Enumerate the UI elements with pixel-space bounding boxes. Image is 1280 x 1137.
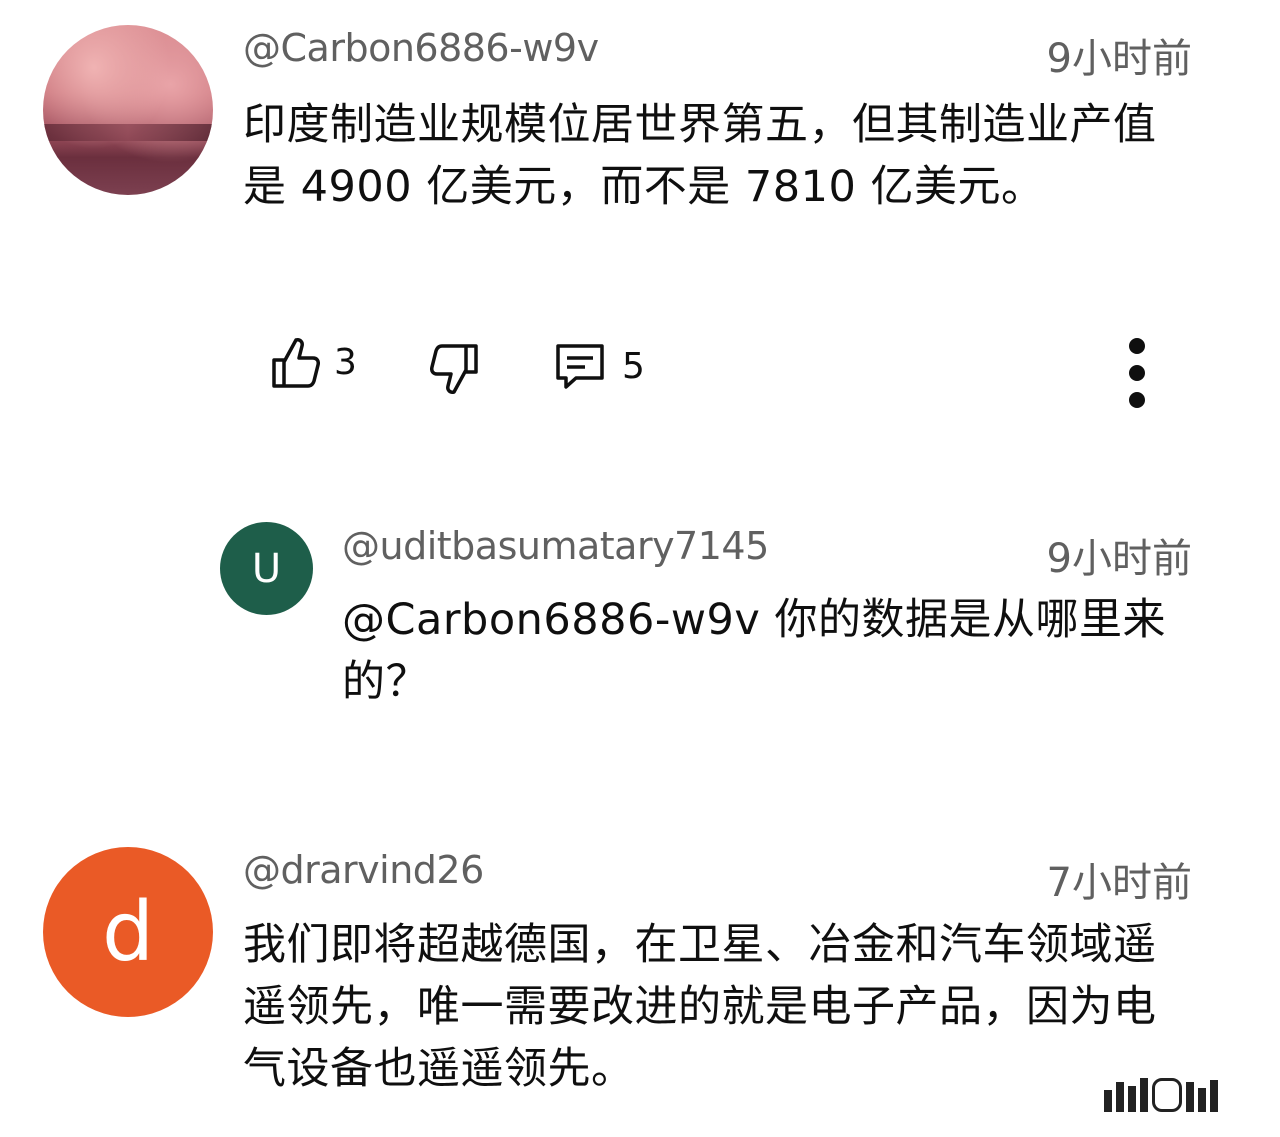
comment-author[interactable]: @Carbon6886-w9v bbox=[243, 26, 599, 70]
avatar[interactable]: U bbox=[220, 522, 313, 615]
more-button[interactable] bbox=[1127, 338, 1147, 408]
like-count: 3 bbox=[334, 341, 357, 383]
watermark-logo bbox=[1104, 1072, 1252, 1112]
comment-author[interactable]: @uditbasumatary7145 bbox=[342, 524, 769, 568]
avatar[interactable]: d bbox=[43, 847, 213, 1017]
more-vertical-icon bbox=[1129, 338, 1145, 354]
thumbs-up-icon bbox=[272, 338, 320, 388]
avatar[interactable] bbox=[43, 25, 213, 195]
thumbs-down-icon bbox=[430, 344, 478, 394]
reply-button[interactable]: 5 bbox=[552, 338, 645, 394]
reply-comment: U @uditbasumatary7145 9小时前 @Carbon6886-w… bbox=[0, 500, 1280, 760]
comment-text: 印度制造业规模位居世界第五，但其制造业产值是 4900 亿美元，而不是 7810… bbox=[243, 100, 1157, 212]
comment-time: 9小时前 bbox=[1046, 36, 1192, 82]
like-button[interactable]: 3 bbox=[268, 334, 357, 390]
comment: @Carbon6886-w9v 9小时前 印度制造业规模位居世界第五，但其制造业… bbox=[0, 0, 1280, 440]
dislike-button[interactable] bbox=[430, 342, 482, 398]
comment-author[interactable]: @drarvind26 bbox=[243, 848, 484, 892]
comment-time: 9小时前 bbox=[1046, 536, 1192, 582]
comment-icon bbox=[556, 344, 604, 389]
comment-text: 我们即将超越德国，在卫星、冶金和汽车领域遥遥领先，唯一需要改进的就是电子产品，因… bbox=[243, 920, 1157, 1094]
comment-text: @Carbon6886-w9v 你的数据是从哪里来的？ bbox=[342, 595, 1166, 707]
reply-count: 5 bbox=[622, 345, 645, 387]
comment: d @drarvind26 7小时前 我们即将超越德国，在卫星、冶金和汽车领域遥… bbox=[0, 830, 1280, 1137]
comment-time: 7小时前 bbox=[1046, 860, 1192, 906]
